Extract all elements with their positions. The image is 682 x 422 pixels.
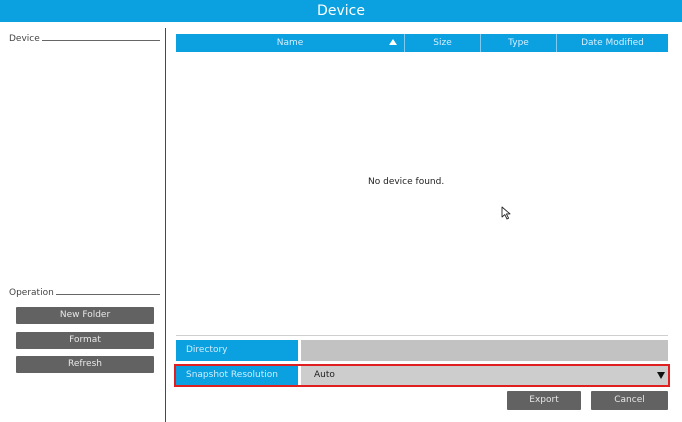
device-group-label: Device: [9, 34, 42, 44]
new-folder-button[interactable]: New Folder: [16, 307, 154, 324]
snapshot-resolution-value: Auto: [314, 370, 335, 380]
column-header-name[interactable]: Name: [176, 34, 405, 52]
snapshot-resolution-select[interactable]: Auto: [301, 366, 668, 385]
mouse-cursor-icon: [501, 206, 511, 220]
format-button[interactable]: Format: [16, 332, 154, 349]
column-header-type[interactable]: Type: [481, 34, 557, 52]
dropdown-arrow-icon: [657, 372, 665, 379]
column-header-label: Date Modified: [581, 38, 644, 48]
refresh-button[interactable]: Refresh: [16, 356, 154, 373]
window-title: Device: [0, 0, 682, 22]
directory-field[interactable]: [301, 340, 668, 361]
snapshot-resolution-label: Snapshot Resolution: [176, 366, 298, 385]
export-button[interactable]: Export: [507, 391, 581, 410]
sort-ascending-icon: [389, 39, 397, 45]
column-header-size[interactable]: Size: [405, 34, 481, 52]
column-header-label: Type: [508, 38, 529, 48]
operation-group-label: Operation: [9, 288, 56, 298]
column-header-date-modified[interactable]: Date Modified: [557, 34, 668, 52]
column-header-label: Name: [276, 38, 304, 48]
file-table-header: Name Size Type Date Modified: [176, 34, 668, 52]
form-separator: [176, 335, 668, 336]
sidebar-divider: [165, 28, 166, 422]
empty-table-message: No device found.: [368, 177, 445, 187]
directory-label: Directory: [176, 340, 298, 361]
cancel-button[interactable]: Cancel: [591, 391, 668, 410]
column-header-label: Size: [433, 38, 452, 48]
